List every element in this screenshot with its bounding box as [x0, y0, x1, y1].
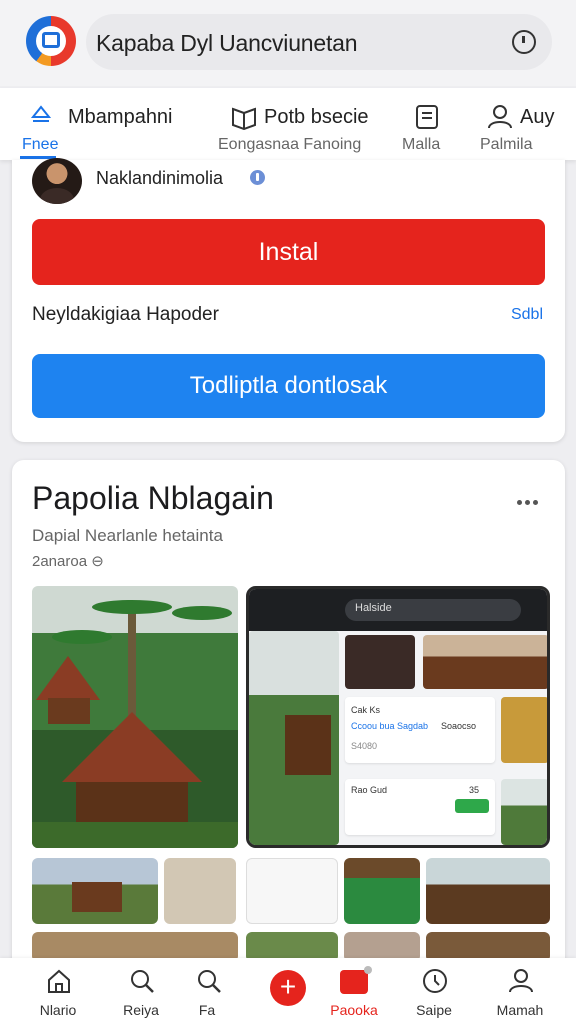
title-bar[interactable]: Kapaba Dyl Uancviunetan [86, 14, 552, 70]
search-icon [131, 970, 154, 993]
tab-malla[interactable]: Malla [400, 88, 460, 160]
more-options-icon[interactable] [517, 492, 543, 505]
download-button[interactable]: Todliptla dontlosak [32, 354, 545, 418]
recycle-icon [30, 105, 52, 122]
nav-explore[interactable]: Saipe [396, 958, 472, 1024]
phone-photo-person [345, 635, 415, 689]
bottom-navigation: Nlario Reiya Fa + Paooka Saipe Mamah [0, 958, 576, 1024]
person-icon [488, 105, 512, 129]
search-icon [198, 970, 221, 993]
garden [32, 822, 238, 848]
thumbnail-1[interactable] [32, 858, 158, 924]
tower [285, 715, 331, 775]
nav-media[interactable]: Paooka [316, 958, 392, 1024]
thumbnail-5[interactable] [426, 858, 550, 924]
book-icon [232, 107, 256, 130]
screenshots-card: Papolia Nblagain Dapial Nearlanle hetain… [12, 460, 565, 1020]
phone-photo-left [249, 631, 339, 845]
palm-leaf [92, 600, 172, 614]
section-date: 2anaroa ⊖ [32, 553, 104, 570]
tab-auy[interactable]: Auy Palmila [478, 88, 568, 160]
section-title: Papolia Nblagain [32, 480, 274, 516]
thumbnail-3[interactable] [246, 858, 338, 924]
nav-home[interactable]: Nlario [20, 958, 96, 1024]
nav-profile[interactable]: Mamah [482, 958, 558, 1024]
hut-roof [36, 656, 100, 700]
phone-photo-portrait [501, 697, 547, 763]
notification-dot [364, 966, 372, 974]
thumb-house [72, 882, 122, 912]
category-tabs: Mbampahni Fnee Potb bsecie Eongasnaa Fan… [0, 88, 576, 160]
screenshot-main[interactable] [32, 586, 238, 848]
developer-avatar[interactable] [32, 158, 82, 204]
house-roof [62, 712, 202, 782]
app-title: Kapaba Dyl Uancviunetan [96, 30, 358, 56]
tab-sub: Palmila [480, 136, 533, 153]
nav-search-2[interactable]: Fa [182, 958, 232, 1024]
tab-sub: Eongasnaa Fanoing [218, 136, 362, 153]
tab-mbampahni[interactable]: Mbampahni Fnee [20, 88, 200, 160]
thumbnail-4[interactable] [344, 858, 420, 924]
phone-photo-house [423, 635, 547, 689]
section-subtitle: Dapial Nearlanle hetainta [32, 526, 223, 545]
palm-leaf [172, 606, 232, 620]
tab-sub: Malla [402, 136, 441, 153]
phone-green-button [455, 799, 489, 813]
add-button[interactable]: + [270, 970, 306, 1006]
logo-glyph [42, 32, 60, 48]
tab-label: Potb bsecie [264, 106, 369, 128]
tab-sub: Fnee [22, 136, 59, 153]
info-icon[interactable] [250, 170, 265, 185]
phone-search-input: Halside [345, 599, 521, 621]
palm-leaf [52, 630, 112, 644]
phone-top-bar: Halside [249, 589, 547, 631]
info-link[interactable]: Sdbl [511, 306, 543, 324]
app-info-text: Neyldakigiaa Hapoder [32, 304, 219, 325]
install-button[interactable]: Instal [32, 219, 545, 285]
tab-label: Auy [520, 106, 555, 128]
user-icon [509, 969, 533, 993]
phone-info-card-2: Rao Gud 35 [345, 779, 495, 835]
phone-photo-small [501, 779, 547, 845]
app-card: Naklandinimolia Instal Neyldakigiaa Hapo… [12, 158, 565, 442]
screenshot-phone[interactable]: Halside Cak Ks Ccoou bua Sagdab S4080 So… [246, 586, 550, 848]
app-logo[interactable] [26, 16, 76, 66]
nav-search[interactable]: Reiya [103, 958, 179, 1024]
media-icon [340, 970, 368, 994]
phone-info-card: Cak Ks Ccoou bua Sagdab S4080 Soaocso [345, 697, 495, 763]
clock-icon[interactable] [512, 30, 536, 54]
app-header: Kapaba Dyl Uancviunetan [0, 0, 576, 86]
developer-name[interactable]: Naklandinimolia [96, 168, 223, 189]
compass-icon [423, 969, 447, 993]
tablet-icon [416, 105, 438, 129]
tab-potb-bsecie[interactable]: Potb bsecie Eongasnaa Fanoing [216, 88, 376, 160]
home-icon [48, 969, 70, 993]
thumbnail-2[interactable] [164, 858, 236, 924]
tab-label: Mbampahni [68, 106, 173, 128]
